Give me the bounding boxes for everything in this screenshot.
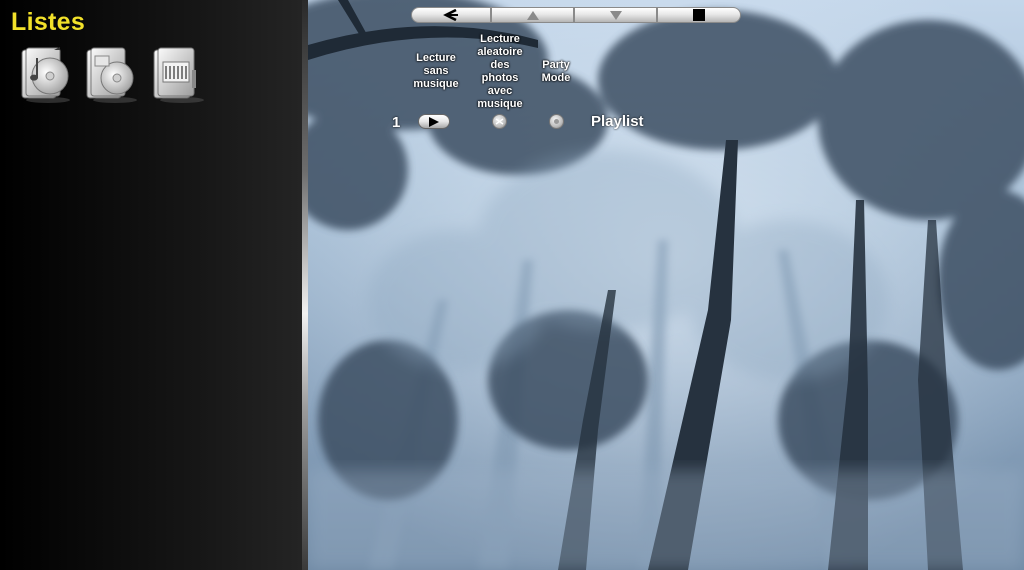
play-button[interactable] bbox=[418, 114, 450, 129]
shuffle-photos-button[interactable] bbox=[492, 114, 507, 129]
photo-list-icon[interactable] bbox=[148, 44, 208, 106]
playlist-number: 1 bbox=[392, 114, 401, 131]
sidebar: Listes bbox=[0, 0, 302, 570]
stop-square-icon bbox=[693, 9, 705, 21]
playlist-row[interactable]: 1 Playlist bbox=[388, 111, 668, 135]
back-button[interactable] bbox=[411, 7, 491, 23]
party-mode-button[interactable] bbox=[549, 114, 564, 129]
video-list-icon[interactable] bbox=[81, 44, 141, 106]
sidebar-title: Listes bbox=[11, 8, 86, 36]
up-triangle-icon bbox=[526, 10, 539, 20]
transport-bar bbox=[411, 7, 741, 23]
back-arrow-icon bbox=[443, 9, 458, 21]
move-down-button[interactable] bbox=[574, 7, 657, 23]
col-lecture-aleatoire: Lecture aleatoire des photos avec musiqu… bbox=[477, 33, 523, 110]
shuffle-icon bbox=[495, 118, 504, 125]
main-view: Lecture sans musique Lecture aleatoire d… bbox=[308, 0, 1024, 570]
move-up-button[interactable] bbox=[491, 7, 574, 23]
stop-button[interactable] bbox=[657, 7, 741, 23]
playlist-name[interactable]: Playlist bbox=[591, 113, 644, 130]
col-lecture-sans-musique: Lecture sans musique bbox=[413, 52, 459, 90]
party-mode-icon bbox=[554, 119, 559, 124]
music-list-icon[interactable] bbox=[14, 44, 74, 106]
down-triangle-icon bbox=[609, 10, 622, 20]
col-party-mode: Party Mode bbox=[541, 59, 571, 84]
play-icon bbox=[429, 116, 439, 127]
